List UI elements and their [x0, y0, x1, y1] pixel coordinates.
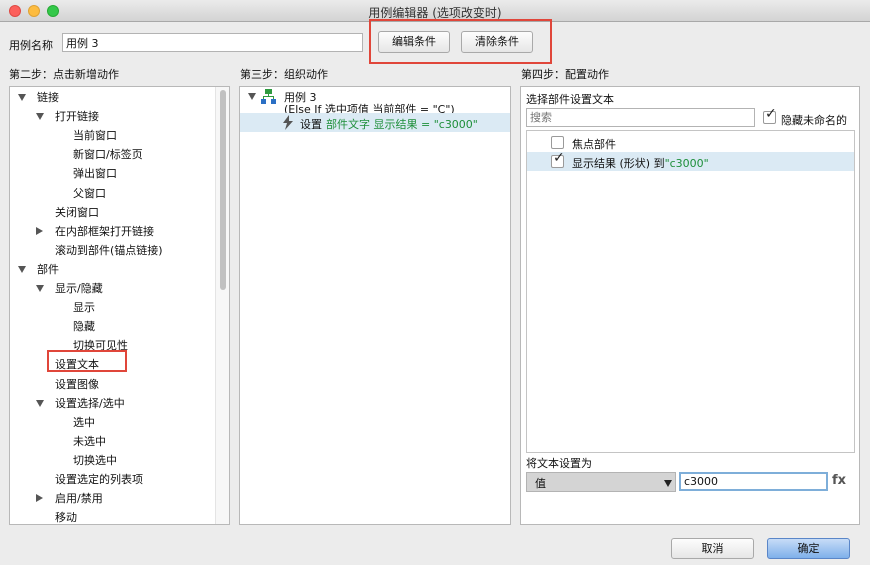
chevron-down-icon[interactable] [36, 399, 44, 407]
chevron-down-icon[interactable] [18, 265, 26, 273]
action-tree-item[interactable]: 在内部框架打开链接 [10, 222, 215, 241]
action-prefix: 设置 [300, 118, 322, 131]
action-tree-item-label: 滚动到部件(锚点链接) [55, 243, 163, 257]
case-expand-toggle[interactable] [248, 93, 256, 100]
chevron-down-icon[interactable] [36, 113, 44, 121]
case-name-label: 用例名称 [9, 39, 53, 52]
action-tree-item-label: 链接 [37, 91, 59, 104]
select-widget-heading: 选择部件设置文本 [526, 93, 614, 106]
chevron-right-icon[interactable] [36, 226, 43, 235]
value-type-selected: 值 [535, 477, 546, 490]
action-tree-item[interactable]: 滚动到部件(锚点链接) [10, 241, 215, 260]
widget-checkbox-focus[interactable] [551, 136, 564, 149]
action-tree-item-label: 切换选中 [73, 453, 117, 467]
widget-checkbox-result[interactable]: ✓ [551, 151, 565, 168]
action-tree-item[interactable]: 显示 [10, 298, 215, 317]
organize-actions-panel: 用例 3 (Else If 选中项值 当前部件 = "C") 设置 部件文字 显… [239, 86, 511, 525]
widget-search-input[interactable] [526, 108, 755, 127]
action-tree-item-label: 未选中 [73, 434, 106, 448]
value-type-select[interactable]: 值 [526, 472, 676, 492]
action-tree-item[interactable]: 切换选中 [10, 451, 215, 470]
action-tree-item[interactable]: 关闭窗口 [10, 203, 215, 222]
action-tree-item[interactable]: 当前窗口 [10, 126, 215, 145]
action-tree-item-label: 当前窗口 [73, 129, 117, 143]
action-tree-panel: 链接打开链接当前窗口新窗口/标签页 弹出窗口父窗口关闭窗口在内部框架打开链接 滚动到… [9, 86, 230, 525]
action-tree-item-label: 打开链接 [55, 110, 99, 124]
action-tree-item[interactable]: 链接 [10, 88, 215, 107]
case-name-input[interactable] [62, 33, 363, 52]
widget-label-result: 显示结果 (形状) 到"c3000" [572, 155, 709, 171]
step2-heading: 第二步：点击新增动作 [9, 68, 119, 81]
chevron-right-icon[interactable] [36, 494, 43, 503]
action-tree-item[interactable]: 启用/禁用 [10, 489, 215, 508]
action-tree-item[interactable]: 设置选定的列表项 [10, 470, 215, 489]
action-tree-item-label: 启用/禁用 [55, 492, 103, 506]
action-tree-item-label: 移动 [55, 511, 77, 525]
chevron-down-icon[interactable] [18, 94, 26, 101]
action-tree-item-label: 设置图像 [55, 377, 99, 391]
set-text-label: 将文本设置为 [526, 457, 592, 470]
action-tree-item[interactable]: 打开链接 [10, 107, 215, 126]
widget-result-name: 显示结果 (形状) 到 [572, 157, 665, 170]
action-tree-item-label: 显示 [73, 301, 95, 315]
action-tree-item-label: 部件 [37, 262, 59, 276]
action-tree-item-label: 设置选定的列表项 [55, 473, 143, 486]
configure-action-panel: 选择部件设置文本 ✓ 隐藏未命名的 焦点部件 ✓ 显示结果 (形状) 到"c30… [520, 86, 860, 525]
widget-result-value: "c3000" [664, 157, 709, 170]
action-tree-item-label: 父窗口 [73, 186, 106, 200]
checkmark-icon: ✓ [765, 106, 777, 122]
chevron-down-icon [664, 480, 672, 487]
widget-list: 焦点部件 ✓ 显示结果 (形状) 到"c3000" [526, 130, 855, 453]
hide-unnamed-checkbox[interactable]: ✓ [763, 107, 777, 124]
text-value-input[interactable] [679, 472, 828, 491]
action-tree-item[interactable]: 新窗口/标签页 [10, 145, 215, 164]
step3-heading: 第三步：组织动作 [240, 68, 328, 81]
action-tree-item[interactable]: 显示/隐藏 [10, 279, 215, 298]
cancel-button[interactable]: 取消 [671, 538, 754, 559]
widget-row-focus[interactable]: 焦点部件 [527, 133, 854, 152]
case-tree-icon [261, 89, 276, 104]
action-tree-item-label: 选中 [73, 415, 95, 429]
action-tree-scrollbar[interactable] [215, 87, 229, 524]
action-tree-item-label: 关闭窗口 [55, 205, 99, 219]
action-tree-item[interactable]: 父窗口 [10, 184, 215, 203]
step4-heading: 第四步：配置动作 [521, 68, 609, 81]
action-tree-item[interactable]: 设置选择/选中 [10, 394, 215, 413]
action-detail: 部件文字 显示结果 = "c3000" [326, 118, 478, 131]
action-tree-scroll-thumb[interactable] [220, 90, 226, 290]
selected-action-row[interactable]: 设置 部件文字 显示结果 = "c3000" [240, 113, 510, 132]
edit-condition-button[interactable]: 编辑条件 [378, 31, 450, 53]
action-tree-item-label: 显示/隐藏 [55, 282, 103, 295]
action-tree-item-label: 设置选择/选中 [55, 396, 125, 410]
action-tree-item[interactable]: 未选中 [10, 432, 215, 451]
action-tree-item[interactable]: 部件 [10, 260, 215, 279]
ok-button[interactable]: 确定 [767, 538, 850, 559]
highlight-box-set-text [47, 350, 127, 372]
checkmark-icon: ✓ [553, 150, 565, 166]
action-tree-item-label: 隐藏 [73, 320, 95, 334]
action-tree-item[interactable]: 移动 [10, 508, 215, 525]
widget-row-result[interactable]: ✓ 显示结果 (形状) 到"c3000" [527, 151, 854, 171]
clear-condition-button[interactable]: 清除条件 [461, 31, 533, 53]
widget-label-focus: 焦点部件 [572, 138, 616, 151]
lightning-icon [283, 115, 293, 130]
action-tree-item[interactable]: 选中 [10, 413, 215, 432]
action-tree-item[interactable]: 隐藏 [10, 317, 215, 336]
fx-button[interactable]: fx [832, 473, 846, 488]
action-tree-item[interactable]: 设置图像 [10, 375, 215, 394]
action-tree-item-label: 在内部框架打开链接 [55, 224, 154, 238]
action-tree-item[interactable]: 弹出窗口 [10, 164, 215, 183]
hide-unnamed-label: 隐藏未命名的 [781, 114, 847, 127]
chevron-down-icon[interactable] [36, 285, 44, 292]
action-tree-item-label: 弹出窗口 [73, 167, 117, 181]
action-tree-item-label: 新窗口/标签页 [73, 148, 143, 162]
